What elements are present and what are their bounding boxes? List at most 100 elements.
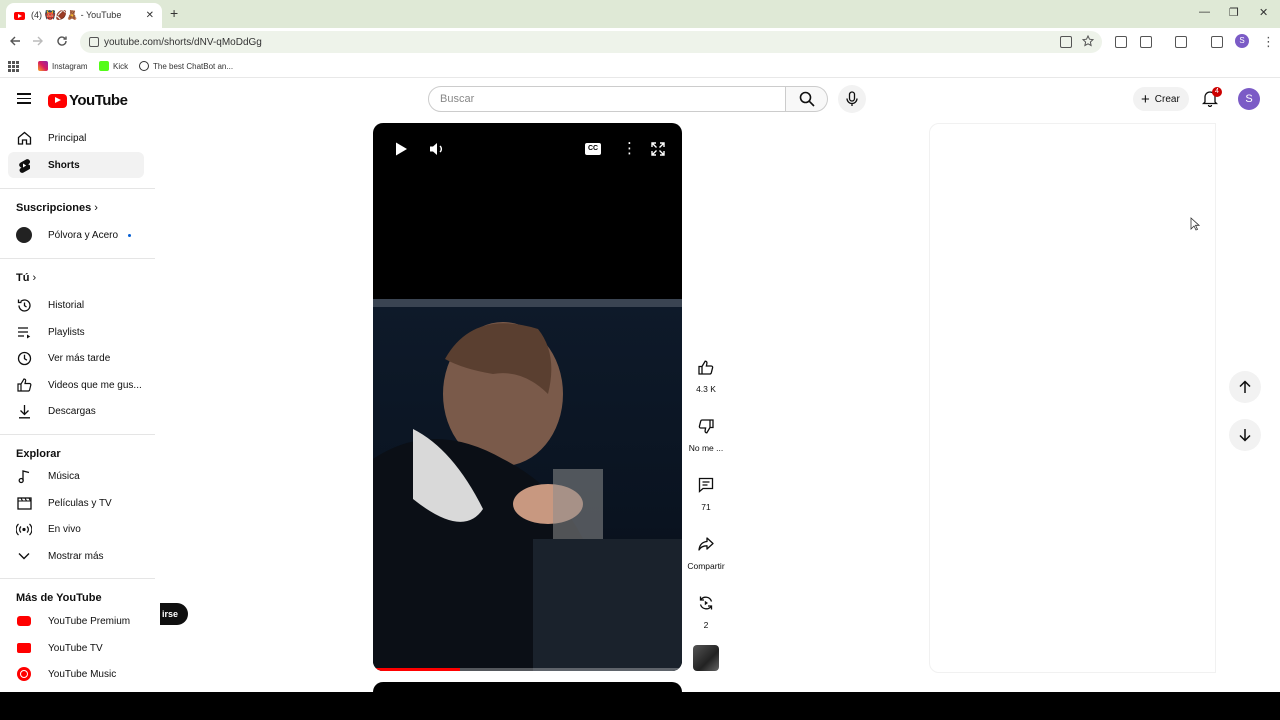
next-short-button[interactable]	[1229, 419, 1261, 451]
video-scene-image	[373, 299, 682, 671]
sidebar-item-label: YouTube Music	[48, 668, 117, 680]
sidebar-item-live[interactable]: En vivo	[8, 516, 144, 542]
sidebar-item-downloads[interactable]: Descargas	[8, 398, 144, 424]
sidebar-item-label: Shorts	[48, 159, 80, 171]
shorts-video-player[interactable]: CC ⋮	[373, 123, 682, 671]
watch-later-icon	[17, 351, 31, 365]
create-button[interactable]: + Crear	[1133, 87, 1189, 111]
more-from-youtube-heading: Más de YouTube	[16, 592, 102, 604]
sidebar-item-youtube-premium[interactable]: YouTube Premium	[8, 608, 144, 634]
media-controls-icon[interactable]	[1211, 36, 1223, 48]
window-close-button[interactable]: ✕	[1259, 6, 1268, 19]
address-toolbar: youtube.com/shorts/dNV-qMoDdGg S ⋮	[0, 28, 1280, 56]
forward-arrow-icon[interactable]	[32, 35, 44, 47]
like-count: 4.3 K	[696, 384, 716, 394]
like-action[interactable]: 4.3 K	[680, 353, 732, 394]
progress-bar[interactable]	[373, 668, 682, 671]
remix-count: 2	[703, 620, 709, 630]
comments-side-panel	[929, 123, 1216, 673]
sidebar-item-movies[interactable]: Películas y TV	[8, 490, 144, 516]
restore-button[interactable]: ❐	[1229, 6, 1239, 19]
side-panel-icon[interactable]	[1175, 36, 1187, 48]
you-heading[interactable]: Tú ›	[16, 272, 36, 284]
sidebar-item-label: Ver más tarde	[48, 352, 111, 364]
comments-action[interactable]: 71	[680, 471, 732, 512]
reload-icon[interactable]	[56, 35, 68, 47]
volume-icon[interactable]	[429, 141, 445, 157]
sidebar-item-playlists[interactable]: Playlists	[8, 319, 144, 345]
install-app-icon[interactable]	[1060, 36, 1072, 48]
sidebar-item-youtube-music[interactable]: YouTube Music	[8, 661, 144, 687]
next-short-preview[interactable]	[373, 682, 682, 702]
chevron-down-icon	[18, 553, 30, 560]
voice-search-button[interactable]	[838, 85, 866, 113]
browser-menu-icon[interactable]: ⋮	[1262, 34, 1275, 50]
sidebar-subscription-channel[interactable]: Pólvora y Acero	[8, 222, 144, 248]
fullscreen-icon[interactable]	[650, 141, 666, 157]
previous-short-button[interactable]	[1229, 371, 1261, 403]
youtube-favicon-icon	[14, 11, 25, 20]
extensions-puzzle-icon[interactable]	[1140, 36, 1152, 48]
chatbot-icon	[139, 61, 149, 71]
remix-icon	[699, 596, 713, 610]
sidebar-item-music[interactable]: Música	[8, 463, 144, 489]
bookmark-label: The best ChatBot an...	[153, 61, 234, 71]
minimize-button[interactable]: —	[1199, 6, 1210, 18]
bookmark-chatbot[interactable]: The best ChatBot an...	[139, 61, 233, 71]
dislike-action[interactable]: No me ...	[680, 412, 732, 453]
sidebar-item-label: Historial	[48, 299, 85, 311]
bookmark-star-icon[interactable]	[1082, 35, 1094, 47]
new-tab-button[interactable]: +	[170, 5, 178, 21]
url-field[interactable]: youtube.com/shorts/dNV-qMoDdGg	[80, 31, 1102, 53]
apps-grid-icon[interactable]	[8, 61, 19, 72]
more-options-icon[interactable]: ⋮	[622, 139, 637, 157]
sidebar-item-watch-later[interactable]: Ver más tarde	[8, 345, 144, 371]
remix-action[interactable]: 2	[680, 589, 732, 630]
tab-close-icon[interactable]: ✕	[146, 10, 154, 21]
video-frame	[373, 299, 682, 671]
youtube-music-icon	[17, 667, 31, 681]
bookmark-instagram[interactable]: Instagram	[38, 61, 88, 71]
subscribe-button-fragment[interactable]: irse	[160, 603, 188, 625]
captions-icon[interactable]: CC	[585, 143, 601, 155]
youtube-logo[interactable]: YouTube	[48, 92, 128, 109]
play-button-icon[interactable]	[394, 141, 408, 157]
browser-tab[interactable]: (4) 👹🏈🧸 - YouTube ✕	[6, 3, 162, 28]
search-button[interactable]	[786, 86, 828, 112]
share-action[interactable]: Compartir	[680, 530, 732, 571]
download-icon	[18, 404, 30, 418]
extension-icon[interactable]	[1115, 36, 1127, 48]
guide-sidebar: Principal Shorts Suscripciones › Pólvora…	[0, 120, 155, 692]
sidebar-item-youtube-tv[interactable]: YouTube TV	[8, 635, 144, 661]
channel-name: Pólvora y Acero	[48, 229, 119, 241]
menu-icon[interactable]	[17, 93, 31, 104]
dislike-icon	[698, 418, 714, 433]
live-icon	[16, 523, 32, 535]
sidebar-item-history[interactable]: Historial	[8, 292, 144, 318]
share-icon	[698, 537, 714, 551]
sidebar-item-liked-videos[interactable]: Videos que me gus...	[8, 372, 144, 398]
bookmark-kick[interactable]: Kick	[99, 61, 128, 71]
site-info-icon[interactable]	[89, 37, 99, 47]
bookmark-label: Kick	[113, 61, 129, 71]
search-input[interactable]: Buscar	[428, 86, 786, 112]
shorts-icon	[19, 158, 30, 173]
notification-badge: 4	[1212, 87, 1222, 97]
sound-thumbnail[interactable]	[693, 645, 719, 671]
back-arrow-icon[interactable]	[9, 35, 21, 47]
sidebar-item-show-more[interactable]: Mostrar más	[8, 543, 144, 569]
new-content-dot	[128, 234, 131, 237]
sidebar-item-label: YouTube Premium	[48, 615, 131, 627]
sidebar-item-label: Videos que me gus...	[48, 379, 142, 391]
progress-fill	[373, 668, 460, 671]
sidebar-item-home[interactable]: Principal	[8, 125, 144, 151]
sidebar-item-label: Playlists	[48, 326, 85, 338]
tab-title: (4) 👹🏈🧸 - YouTube	[31, 10, 122, 20]
sidebar-item-shorts[interactable]: Shorts	[8, 152, 144, 178]
youtube-premium-icon	[17, 616, 31, 626]
logo-text: YouTube	[69, 92, 128, 109]
browser-profile-avatar[interactable]: S	[1235, 34, 1249, 48]
like-icon	[698, 360, 714, 375]
subscriptions-heading[interactable]: Suscripciones ›	[16, 202, 98, 214]
account-avatar[interactable]: S	[1238, 88, 1260, 110]
